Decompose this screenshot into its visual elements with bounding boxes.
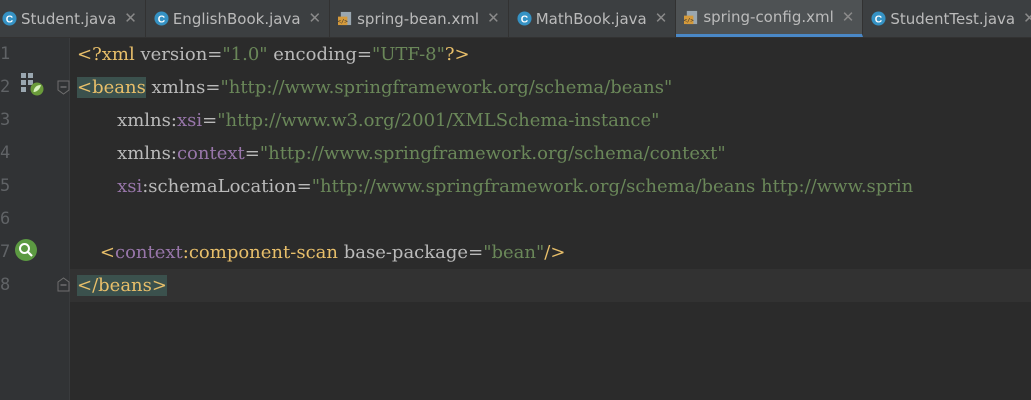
xml-tag-close: /> bbox=[544, 242, 566, 263]
code-line-4: xmlns:context="http://www.springframewor… bbox=[77, 137, 726, 170]
code-line-5: xsi:schemaLocation="http://www.springfra… bbox=[77, 170, 913, 203]
code-editor[interactable]: <?xml version="1.0" encoding="UTF-8"?> <… bbox=[70, 38, 1031, 400]
xml-attr: xmlns bbox=[117, 110, 171, 131]
xml-value: "UTF-8" bbox=[371, 44, 445, 65]
xml-value: "1.0" bbox=[222, 44, 268, 65]
xml-icon: </> bbox=[684, 10, 698, 24]
xml-attr: base-package bbox=[337, 242, 469, 263]
editor-tab-bar: C Student.java ✕ C EnglishBook.java ✕ </… bbox=[0, 0, 1031, 38]
code-line-8: </beans> bbox=[77, 269, 167, 302]
close-icon[interactable]: ✕ bbox=[1023, 11, 1031, 26]
tab-label: StudentTest.java bbox=[890, 9, 1016, 28]
svg-text:C: C bbox=[158, 14, 166, 25]
spring-bean-gutter-icon[interactable] bbox=[20, 72, 44, 96]
svg-text:</>: </> bbox=[684, 18, 694, 24]
xml-namespace: context bbox=[114, 242, 183, 263]
close-icon[interactable]: ✕ bbox=[842, 9, 855, 25]
tab-studenttest-java[interactable]: C StudentTest.java ✕ bbox=[863, 0, 1031, 37]
xml-eq: = bbox=[202, 110, 218, 131]
class-icon: C bbox=[154, 11, 169, 26]
xml-attr: :schemaLocation bbox=[142, 176, 297, 197]
xml-prolog-close: ?> bbox=[444, 44, 470, 65]
beans-open-tag: <beans bbox=[77, 77, 146, 98]
xml-attr: xmlns bbox=[145, 77, 206, 98]
line-number: 3 bbox=[0, 110, 11, 130]
xml-eq: = bbox=[244, 143, 260, 164]
xml-attr: xmlns bbox=[117, 143, 171, 164]
svg-text:C: C bbox=[875, 14, 883, 25]
beans-close-tag: </beans> bbox=[77, 275, 167, 296]
code-line-2: <beans xmlns="http://www.springframework… bbox=[77, 71, 672, 104]
class-icon: C bbox=[871, 11, 886, 26]
xml-eq: = bbox=[468, 242, 484, 263]
xml-prolog-open: <?xml bbox=[77, 44, 141, 65]
xml-namespace: xsi bbox=[117, 176, 143, 197]
code-line-7: <context:component-scan base-package="be… bbox=[77, 236, 566, 269]
fold-open-icon[interactable] bbox=[57, 80, 70, 95]
tab-label: spring-bean.xml bbox=[357, 9, 480, 28]
xml-attr: encoding bbox=[267, 44, 357, 65]
tab-spring-config-xml[interactable]: </> spring-config.xml ✕ bbox=[676, 0, 864, 37]
svg-text:</>: </> bbox=[338, 19, 348, 25]
tab-mathbook-java[interactable]: C MathBook.java ✕ bbox=[509, 0, 677, 37]
line-number: 6 bbox=[0, 209, 11, 229]
line-number: 4 bbox=[0, 143, 11, 163]
class-icon: C bbox=[2, 11, 17, 26]
xml-attr: version bbox=[140, 44, 208, 65]
fold-close-icon[interactable] bbox=[57, 277, 70, 292]
xml-eq: = bbox=[356, 44, 372, 65]
tab-englishbook-java[interactable]: C EnglishBook.java ✕ bbox=[146, 0, 331, 37]
xml-value: "bean" bbox=[483, 242, 545, 263]
line-number: 5 bbox=[0, 176, 11, 196]
line-number: 7 bbox=[0, 242, 11, 262]
close-icon[interactable]: ✕ bbox=[655, 11, 668, 26]
class-icon: C bbox=[517, 11, 532, 26]
xml-tag-name: :component-scan bbox=[182, 242, 338, 263]
xml-value: "http://www.springframework.org/schema/c… bbox=[259, 143, 726, 164]
xml-eq: = bbox=[205, 77, 221, 98]
tab-student-java[interactable]: C Student.java ✕ bbox=[0, 0, 146, 37]
tab-label: Student.java bbox=[21, 9, 117, 28]
tab-label: spring-config.xml bbox=[703, 8, 834, 26]
tab-spring-bean-xml[interactable]: </> spring-bean.xml ✕ bbox=[330, 0, 509, 37]
xml-eq: = bbox=[207, 44, 223, 65]
xml-tag-open: < bbox=[99, 242, 115, 263]
xml-namespace: context bbox=[176, 143, 245, 164]
close-icon[interactable]: ✕ bbox=[309, 11, 322, 26]
line-number: 1 bbox=[0, 44, 11, 64]
tab-label: EnglishBook.java bbox=[172, 9, 301, 28]
code-line-3: xmlns:xsi="http://www.w3.org/2001/XMLSch… bbox=[77, 104, 659, 137]
line-number: 2 bbox=[0, 77, 11, 97]
component-scan-gutter-icon[interactable] bbox=[14, 238, 38, 262]
close-icon[interactable]: ✕ bbox=[124, 11, 137, 26]
tab-label: MathBook.java bbox=[535, 9, 647, 28]
caret-line-highlight bbox=[70, 269, 1031, 302]
close-icon[interactable]: ✕ bbox=[487, 11, 500, 26]
xml-value: "http://www.w3.org/2001/XMLSchema-instan… bbox=[217, 110, 660, 131]
xml-value: "http://www.springframework.org/schema/b… bbox=[220, 77, 673, 98]
svg-text:C: C bbox=[520, 14, 528, 25]
xml-eq: = bbox=[296, 176, 312, 197]
code-line-1: <?xml version="1.0" encoding="UTF-8"?> bbox=[77, 38, 470, 71]
line-number: 8 bbox=[0, 275, 11, 295]
svg-text:C: C bbox=[6, 14, 14, 25]
xml-value: "http://www.springframework.org/schema/b… bbox=[311, 176, 914, 197]
xml-namespace: xsi bbox=[176, 110, 203, 131]
xml-icon: </> bbox=[338, 11, 352, 25]
